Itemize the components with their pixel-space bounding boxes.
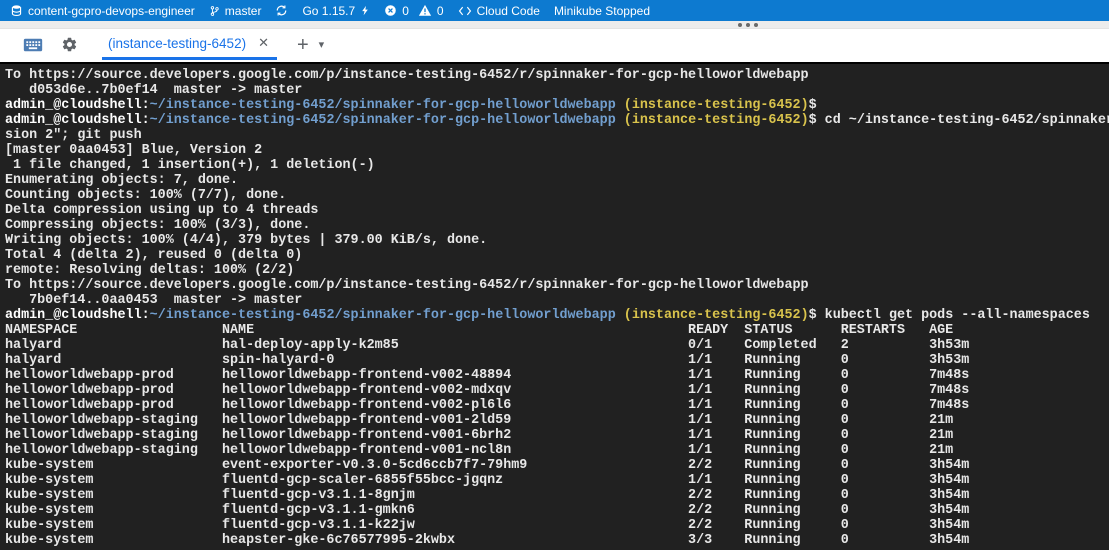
cloud-code-label: Cloud Code [477, 4, 540, 18]
git-commit-stats-line: 1 file changed, 1 insertion(+), 1 deleti… [5, 158, 1109, 173]
statusbar-branch-label: master [225, 4, 262, 18]
prompt-line-cd-command: admin_@cloudshell:~/instance-testing-645… [5, 113, 1109, 128]
pods-row: helloworldwebapp-prod helloworldwebapp-f… [5, 383, 1109, 398]
statusbar-go-version-item[interactable]: Go 1.15.7 [302, 0, 370, 21]
pods-row: kube-system fluentd-gcp-v3.1.1-8gnjm 2/2… [5, 488, 1109, 503]
drag-handle-icon[interactable] [738, 23, 758, 27]
pods-row: helloworldwebapp-prod helloworldwebapp-f… [5, 398, 1109, 413]
pods-row: kube-system fluentd-gcp-scaler-6855f55bc… [5, 473, 1109, 488]
statusbar-sync-item[interactable] [275, 0, 288, 21]
prompt-line-kubectl-command: admin_@cloudshell:~/instance-testing-645… [5, 308, 1109, 323]
git-push-ref-line: d053d6e..7b0ef14 master -> master [5, 83, 1109, 98]
warning-icon [418, 4, 432, 17]
pods-row: halyard spin-halyard-0 1/1 Running 0 3h5… [5, 353, 1109, 368]
git-output-line: Enumerating objects: 7, done. [5, 173, 1109, 188]
statusbar-problems-item[interactable]: 0 0 [384, 0, 443, 21]
git-branch-icon [209, 4, 220, 18]
pods-row: kube-system heapster-gke-6c76577995-2kwb… [5, 533, 1109, 548]
git-output-line: remote: Resolving deltas: 100% (2/2) [5, 263, 1109, 278]
close-icon[interactable]: ✕ [256, 35, 271, 51]
pods-row: helloworldwebapp-staging helloworldwebap… [5, 413, 1109, 428]
git-output-line: Compressing objects: 100% (3/3), done. [5, 218, 1109, 233]
top-status-bar: content-gcpro-devops-engineer master Go … [0, 0, 1109, 21]
pods-row: halyard hal-deploy-apply-k2m85 0/1 Compl… [5, 338, 1109, 353]
lightning-icon [360, 4, 370, 17]
pods-row: kube-system fluentd-gcp-v3.1.1-k22jw 2/2… [5, 518, 1109, 533]
new-terminal-button[interactable]: + [297, 35, 309, 55]
prompt-line: admin_@cloudshell:~/instance-testing-645… [5, 98, 1109, 113]
git-output-line: Counting objects: 100% (7/7), done. [5, 188, 1109, 203]
code-icon [458, 5, 472, 17]
statusbar-minikube-item[interactable]: Minikube Stopped [554, 0, 650, 21]
git-push-remote-line: To https://source.developers.google.com/… [5, 278, 1109, 293]
minikube-status-label: Minikube Stopped [554, 4, 650, 18]
database-icon [10, 4, 23, 18]
pods-row: kube-system event-exporter-v0.3.0-5cd6cc… [5, 458, 1109, 473]
statusbar-branch-item[interactable]: master [209, 0, 262, 21]
pods-row: helloworldwebapp-staging helloworldwebap… [5, 443, 1109, 458]
statusbar-project-item[interactable]: content-gcpro-devops-engineer [10, 0, 195, 21]
pods-header-row: NAMESPACE NAME READY STATUS RESTARTS AGE [5, 323, 1109, 338]
warning-count: 0 [437, 4, 444, 18]
pods-row: kube-system fluentd-gcp-v3.1.1-gmkn6 2/2… [5, 503, 1109, 518]
keyboard-icon[interactable] [22, 34, 44, 56]
pods-row: helloworldwebapp-prod helloworldwebapp-f… [5, 368, 1109, 383]
terminal-tab-bar: (instance-testing-6452) ✕ + ▾ [0, 29, 1109, 60]
terminal-tab-label: (instance-testing-6452) [108, 36, 246, 51]
git-commit-line: [master 0aa0453] Blue, Version 2 [5, 143, 1109, 158]
panel-resize-strip[interactable] [0, 21, 1109, 29]
terminal-output[interactable]: To https://source.developers.google.com/… [0, 62, 1109, 550]
git-push-remote-line: To https://source.developers.google.com/… [5, 68, 1109, 83]
chevron-down-icon[interactable]: ▾ [319, 38, 325, 51]
gear-icon[interactable] [58, 34, 80, 56]
git-push-ref-line: 7b0ef14..0aa0453 master -> master [5, 293, 1109, 308]
statusbar-project-label: content-gcpro-devops-engineer [28, 4, 195, 18]
wrapped-command-line: sion 2"; git push [5, 128, 1109, 143]
terminal-tab[interactable]: (instance-testing-6452) ✕ [102, 29, 277, 60]
error-icon [384, 4, 397, 17]
error-count: 0 [402, 4, 409, 18]
git-output-line: Delta compression using up to 4 threads [5, 203, 1109, 218]
sync-icon [275, 4, 288, 17]
git-output-line: Writing objects: 100% (4/4), 379 bytes |… [5, 233, 1109, 248]
go-version-label: Go 1.15.7 [302, 4, 355, 18]
pods-row: helloworldwebapp-staging helloworldwebap… [5, 428, 1109, 443]
git-output-line: Total 4 (delta 2), reused 0 (delta 0) [5, 248, 1109, 263]
statusbar-cloud-code-item[interactable]: Cloud Code [458, 0, 540, 21]
